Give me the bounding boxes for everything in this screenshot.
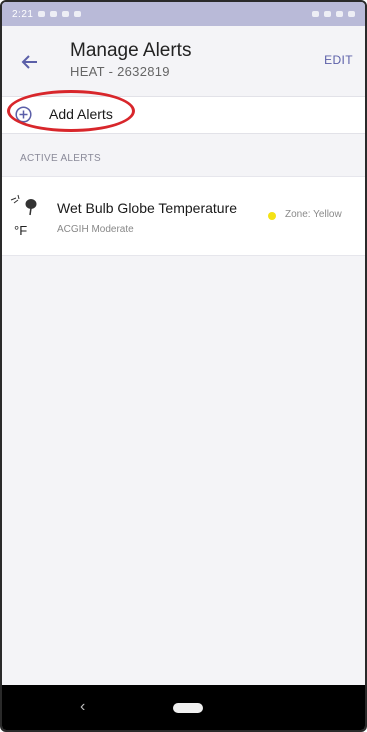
status-time: 2:21 <box>12 8 34 20</box>
page-title: Manage Alerts <box>70 40 192 61</box>
edit-button[interactable]: EDIT <box>324 53 353 67</box>
signal-icon <box>336 11 343 17</box>
app-header: Manage Alerts HEAT - 2632819 EDIT <box>2 26 365 96</box>
alert-unit: °F <box>14 223 28 238</box>
nav-back-icon[interactable]: ‹ <box>80 698 85 716</box>
heat-stress-icon <box>9 192 45 216</box>
zone-status-dot <box>268 212 276 220</box>
nav-home-pill-icon[interactable] <box>173 703 203 713</box>
page-subtitle: HEAT - 2632819 <box>70 64 170 79</box>
wifi-icon <box>324 11 331 17</box>
add-alerts-highlight-ring <box>7 90 135 132</box>
notification-icon <box>74 11 82 17</box>
active-alerts-heading: ACTIVE ALERTS <box>20 153 101 164</box>
notification-icon <box>62 11 70 17</box>
zone-status-label: Zone: Yellow <box>285 209 342 220</box>
status-bar: 2:21 <box>2 2 365 26</box>
arrow-left-icon <box>21 55 37 69</box>
alert-title: Wet Bulb Globe Temperature <box>57 200 238 216</box>
phone-screen: 2:21 Manage Alerts HEAT - 2632819 EDIT A… <box>0 0 367 732</box>
location-icon <box>312 11 319 17</box>
status-right <box>312 11 355 17</box>
battery-icon <box>348 11 355 17</box>
back-button[interactable] <box>16 48 44 76</box>
notification-icon <box>50 11 58 17</box>
alert-subtitle: ACGIH Moderate <box>57 224 134 235</box>
notification-icon <box>38 11 46 17</box>
status-left: 2:21 <box>12 8 82 20</box>
system-nav-bar: ‹ <box>2 685 365 730</box>
